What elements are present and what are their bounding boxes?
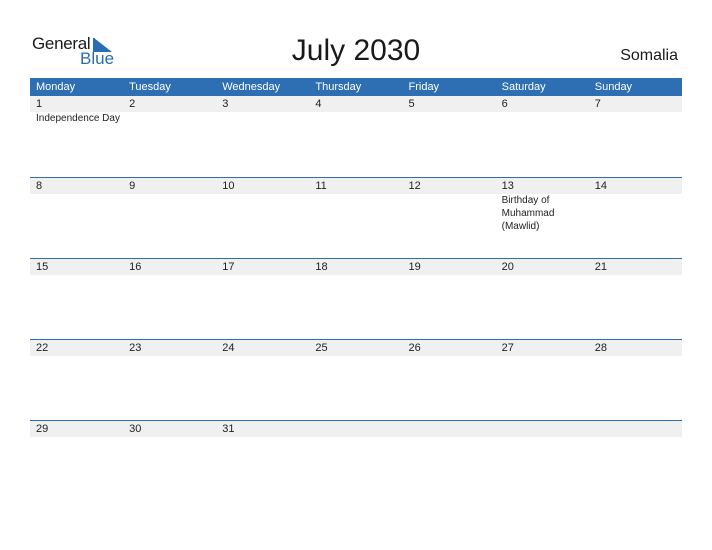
day-number: 25 — [315, 342, 328, 354]
day-number: 24 — [222, 342, 235, 354]
week-cells: 1 Independence Day 2 3 4 5 6 7 — [30, 96, 682, 125]
day-number: 30 — [129, 423, 142, 435]
calendar-grid: Monday Tuesday Wednesday Thursday Friday… — [30, 78, 682, 501]
day-cell: 22 — [30, 340, 123, 356]
day-cell: 27 — [496, 340, 589, 356]
day-number: 16 — [129, 261, 142, 273]
day-cell: 7 — [589, 96, 682, 125]
day-cell — [403, 421, 496, 437]
day-cell: 28 — [589, 340, 682, 356]
day-cell: 12 — [403, 178, 496, 233]
day-number: 5 — [408, 98, 415, 110]
day-number: 4 — [315, 98, 322, 110]
day-cell: 6 — [496, 96, 589, 125]
day-cell: 24 — [216, 340, 309, 356]
day-number: 17 — [222, 261, 235, 273]
weekday-tuesday: Tuesday — [129, 81, 171, 93]
day-cell: 30 — [123, 421, 216, 437]
day-number — [595, 421, 682, 437]
day-number: 15 — [36, 261, 49, 273]
day-number: 9 — [129, 180, 136, 192]
day-cell: 3 — [216, 96, 309, 125]
day-number: 29 — [36, 423, 49, 435]
day-number: 31 — [222, 423, 235, 435]
day-number: 28 — [594, 342, 607, 354]
day-number — [502, 421, 589, 437]
day-cell: 16 — [123, 259, 216, 275]
day-cell: 26 — [403, 340, 496, 356]
day-cell — [309, 421, 402, 437]
day-cell: 20 — [496, 259, 589, 275]
day-number — [409, 421, 496, 437]
day-number: 2 — [129, 98, 136, 110]
day-number: 11 — [315, 180, 327, 192]
week-row: 1 Independence Day 2 3 4 5 6 7 — [30, 96, 682, 177]
day-number: 3 — [222, 98, 229, 110]
weekday-wednesday: Wednesday — [222, 81, 281, 93]
holiday-label: Birthday of Muhammad (Mawlid) — [501, 195, 555, 232]
week-cells: 15 16 17 18 19 20 21 — [30, 259, 682, 275]
day-cell: 1 Independence Day — [30, 96, 123, 125]
day-number: 8 — [36, 180, 43, 192]
day-number: 19 — [408, 261, 421, 273]
day-number: 14 — [594, 180, 607, 192]
day-cell — [589, 421, 682, 437]
day-cell: 10 — [216, 178, 309, 233]
day-number: 7 — [594, 98, 601, 110]
week-row: 29 30 31 — [30, 420, 682, 501]
day-number: 26 — [408, 342, 421, 354]
day-number: 10 — [222, 180, 235, 192]
day-cell: 2 — [123, 96, 216, 125]
weekday-thursday: Thursday — [315, 81, 362, 93]
day-number: 1 — [36, 98, 43, 110]
weekday-sunday: Sunday — [594, 81, 633, 93]
day-cell: 25 — [309, 340, 402, 356]
day-number: 6 — [501, 98, 508, 110]
day-cell: 13 Birthday of Muhammad (Mawlid) — [496, 178, 589, 233]
weekday-friday: Friday — [408, 81, 440, 93]
day-cell: 11 — [309, 178, 402, 233]
weeks-container: 1 Independence Day 2 3 4 5 6 7 8 9 10 11 12 13 Birthda… — [30, 96, 682, 501]
day-cell: 9 — [123, 178, 216, 233]
day-number — [315, 421, 402, 437]
day-cell: 14 — [589, 178, 682, 233]
day-cell: 17 — [216, 259, 309, 275]
country-label: Somalia — [620, 47, 678, 64]
calendar-title: July 2030 — [291, 34, 421, 67]
week-row: 15 16 17 18 19 20 21 — [30, 258, 682, 339]
week-row: 8 9 10 11 12 13 Birthday of Muhammad (Mawlid) 1… — [30, 177, 682, 258]
weekday-monday: Monday — [36, 81, 76, 93]
day-cell: 4 — [309, 96, 402, 125]
weekday-saturday: Saturday — [501, 81, 546, 93]
day-cell — [496, 421, 589, 437]
week-cells: 22 23 24 25 26 27 28 — [30, 340, 682, 356]
day-cell: 21 — [589, 259, 682, 275]
weekday-header: Monday Tuesday Wednesday Thursday Friday… — [30, 78, 682, 96]
week-row: 22 23 24 25 26 27 28 — [30, 339, 682, 420]
day-cell: 15 — [30, 259, 123, 275]
day-cell: 18 — [309, 259, 402, 275]
holiday-label: Independence Day — [36, 113, 120, 124]
day-cell: 19 — [403, 259, 496, 275]
week-cells: 29 30 31 — [30, 421, 682, 437]
day-cell: 23 — [123, 340, 216, 356]
week-cells: 8 9 10 11 12 13 Birthday of Muhammad (Mawlid) 1… — [30, 178, 682, 233]
day-number: 22 — [36, 342, 49, 354]
day-cell: 8 — [30, 178, 123, 233]
day-number: 21 — [594, 261, 607, 273]
day-number: 23 — [129, 342, 142, 354]
day-number: 13 — [501, 180, 514, 192]
day-cell: 5 — [403, 96, 496, 125]
day-number: 18 — [315, 261, 328, 273]
day-number: 27 — [501, 342, 514, 354]
day-cell: 29 — [30, 421, 123, 437]
day-number: 20 — [501, 261, 514, 273]
day-cell: 31 — [216, 421, 309, 437]
day-number: 12 — [408, 180, 421, 192]
